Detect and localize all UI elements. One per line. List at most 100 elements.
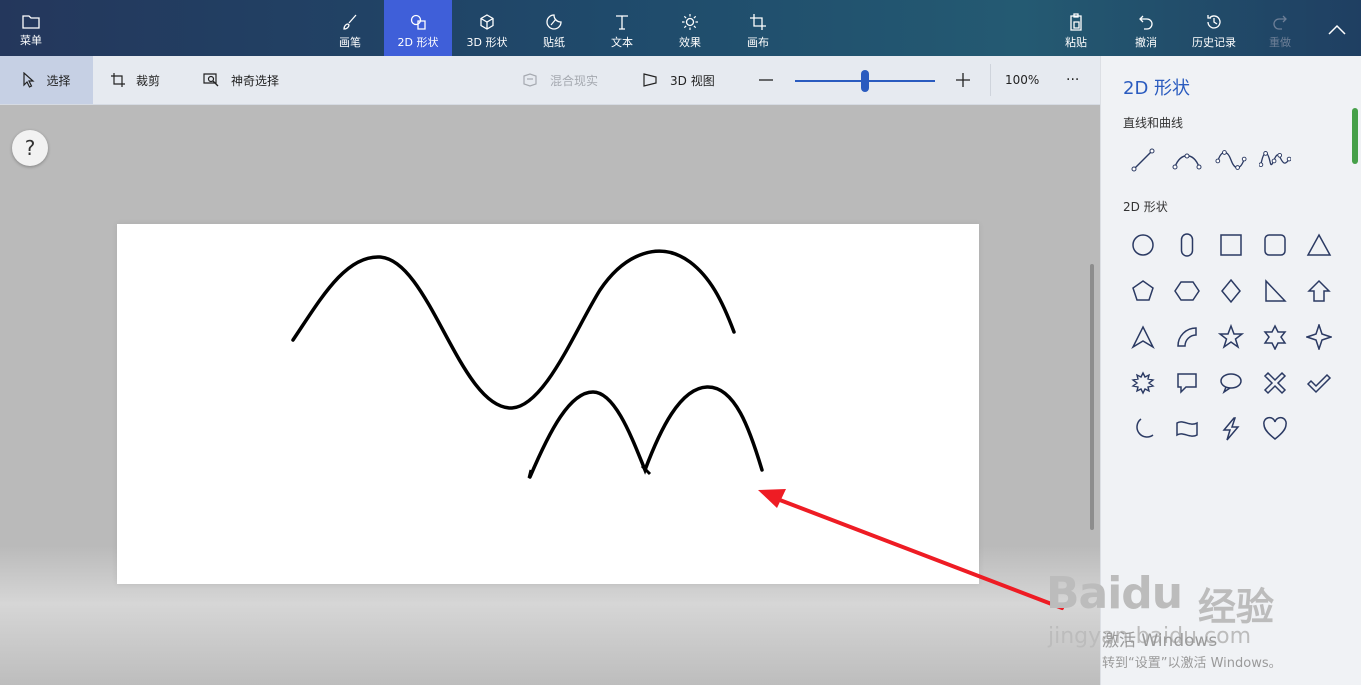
3d-view-icon [643, 73, 657, 87]
brush-icon [343, 14, 357, 30]
panel-scrollbar[interactable] [1352, 108, 1358, 164]
canvas-icon [750, 14, 766, 30]
tab-2d-shapes[interactable]: 2D 形状 [384, 0, 452, 56]
line-icon[interactable] [1127, 144, 1159, 176]
magic-select-label: 神奇选择 [231, 73, 280, 88]
pentagon-icon[interactable] [1127, 275, 1159, 307]
undo-button[interactable]: 撤消 [1124, 0, 1168, 56]
curve-icon[interactable] [1171, 144, 1203, 176]
arrow-up-icon[interactable] [1303, 275, 1335, 307]
tab-label: 3D 形状 [466, 36, 508, 49]
drawing-canvas[interactable] [117, 224, 979, 584]
star-5-icon[interactable] [1215, 321, 1247, 353]
select-label: 选择 [46, 73, 71, 88]
square-icon[interactable] [1215, 229, 1247, 261]
paste-button[interactable]: 粘贴 [1054, 0, 1098, 56]
undo-label: 撤消 [1135, 36, 1157, 49]
plus-icon [956, 73, 970, 87]
mixed-reality-label: 混合现实 [550, 73, 599, 88]
heart-icon[interactable] [1259, 413, 1291, 445]
tab-label: 文本 [611, 36, 633, 49]
thought-bubble-icon[interactable] [1215, 367, 1247, 399]
crop-label: 裁剪 [136, 73, 161, 88]
sticker-icon [546, 14, 562, 30]
crop-tool[interactable]: 裁剪 [110, 56, 160, 104]
cross-icon[interactable] [1259, 367, 1291, 399]
redo-button[interactable]: 重做 [1258, 0, 1302, 56]
folder-icon [22, 15, 40, 29]
top-toolbar: 菜单 画笔 2D 形状 3D 形状 贴纸 文本 效果 画布 粘贴 撤消 历史记录 [0, 0, 1361, 56]
burst-icon[interactable] [1127, 367, 1159, 399]
moon-icon[interactable] [1127, 413, 1159, 445]
more-options-button[interactable]: ··· [1066, 56, 1079, 104]
tab-label: 2D 形状 [397, 36, 439, 49]
mixed-reality-button[interactable]: 混合现实 [522, 56, 598, 104]
triangle-icon[interactable] [1303, 229, 1335, 261]
text-icon [616, 15, 628, 30]
effects-icon [682, 14, 698, 30]
rounded-square-icon[interactable] [1259, 229, 1291, 261]
canvas-scrollbar[interactable] [1090, 264, 1094, 530]
history-icon [1207, 15, 1221, 29]
jingyan-watermark: 经验 [1198, 585, 1275, 629]
arrowhead-icon[interactable] [1127, 321, 1159, 353]
magic-select-tool[interactable]: 神奇选择 [203, 56, 279, 104]
zoom-in-button[interactable] [955, 56, 981, 104]
tab-effects[interactable]: 效果 [668, 0, 712, 56]
paste-icon [1070, 13, 1082, 31]
right-triangle-icon[interactable] [1259, 275, 1291, 307]
redo-label: 重做 [1269, 36, 1291, 49]
activate-windows-title: 激活 Windows [1102, 631, 1218, 651]
quarter-circle-icon[interactable] [1171, 321, 1203, 353]
hexagon-icon[interactable] [1171, 275, 1203, 307]
checkmark-icon[interactable] [1303, 367, 1335, 399]
tab-label: 贴纸 [543, 36, 565, 49]
secondary-toolbar: 选择 裁剪 神奇选择 混合现实 3D 视图 100% ··· [0, 56, 1100, 105]
three-point-curve-icon[interactable] [1259, 144, 1291, 176]
3d-view-label: 3D 视图 [670, 73, 715, 88]
undo-icon [1139, 15, 1153, 30]
diamond-icon[interactable] [1215, 275, 1247, 307]
mixed-reality-icon [523, 73, 537, 87]
star-4-icon[interactable] [1303, 321, 1335, 353]
two-point-curve-icon[interactable] [1215, 144, 1247, 176]
tab-canvas[interactable]: 画布 [736, 0, 780, 56]
help-button[interactable]: ? [12, 130, 48, 166]
star-6-icon[interactable] [1259, 321, 1291, 353]
paste-label: 粘贴 [1065, 36, 1087, 49]
lines-section-heading: 直线和曲线 [1123, 116, 1184, 130]
minus-icon [759, 79, 773, 81]
tab-label: 效果 [679, 36, 701, 49]
3d-view-button[interactable]: 3D 视图 [642, 56, 715, 104]
activate-windows-subtitle: 转到“设置”以激活 Windows。 [1102, 656, 1282, 671]
shapes-section-heading: 2D 形状 [1123, 200, 1168, 214]
divider [990, 64, 991, 96]
tab-3d-shapes[interactable]: 3D 形状 [460, 0, 514, 56]
history-label: 历史记录 [1192, 36, 1236, 49]
tab-text[interactable]: 文本 [600, 0, 644, 56]
zoom-value: 100% [1005, 73, 1040, 87]
tab-label: 画布 [747, 36, 769, 49]
banner-icon[interactable] [1171, 413, 1203, 445]
select-tool[interactable]: 选择 [0, 56, 93, 104]
cursor-icon [23, 72, 36, 88]
tab-label: 画笔 [339, 36, 361, 49]
circle-icon[interactable] [1127, 229, 1159, 261]
menu-button[interactable]: 菜单 [8, 0, 54, 56]
magic-select-icon [203, 73, 219, 87]
collapse-chevron-icon[interactable] [1326, 22, 1348, 41]
zoom-slider-thumb[interactable] [861, 70, 869, 92]
capsule-icon[interactable] [1171, 229, 1203, 261]
redo-icon [1273, 15, 1287, 30]
speech-bubble-icon[interactable] [1171, 367, 1203, 399]
history-button[interactable]: 历史记录 [1184, 0, 1244, 56]
3d-cube-icon [480, 14, 494, 30]
zoom-slider[interactable] [795, 70, 935, 92]
zoom-out-button[interactable] [758, 56, 784, 104]
crop-icon [111, 73, 125, 87]
tab-stickers[interactable]: 贴纸 [532, 0, 576, 56]
panel-title: 2D 形状 [1123, 78, 1191, 99]
tab-brushes[interactable]: 画笔 [327, 0, 373, 56]
menu-label: 菜单 [20, 34, 42, 47]
lightning-icon[interactable] [1215, 413, 1247, 445]
